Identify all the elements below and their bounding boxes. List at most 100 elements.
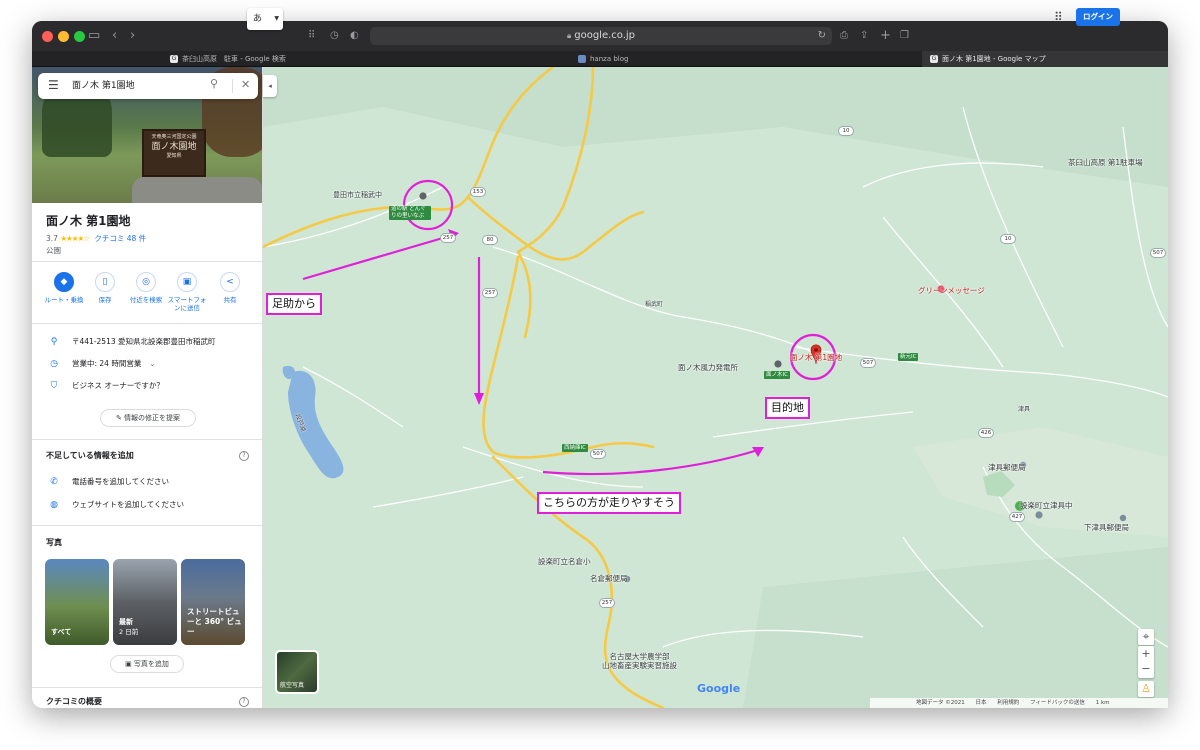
close-icon[interactable]: ✕ [241,78,250,91]
suggest-edit-button[interactable]: ✎ 情報の修正を提案 [100,409,196,427]
road-shield: 257 [440,233,456,243]
tab-hanza-blog[interactable]: hanza blog [570,51,900,67]
rating-value: 3.7 [46,234,58,243]
search-icon[interactable]: ⚲ [210,77,218,90]
login-button[interactable]: ログイン [1076,8,1120,26]
google-logo: Google [697,682,740,695]
add-photo-button[interactable]: ▣ 写真を追加 [110,655,184,673]
footer-country[interactable]: 日本 [976,700,987,706]
photo-thumb-label: 最新 2 日前 [119,617,138,637]
directions-button[interactable]: ◆ ルート・乗換 [42,272,86,304]
share-icon: < [220,272,240,292]
blog-favicon-icon [578,55,586,63]
map-label-michi-no-eki[interactable]: 道の駅 どんぐりの里いなぶ [389,206,431,220]
photo-thumb-latest[interactable]: 最新 2 日前 [113,559,177,645]
url-bar[interactable]: 🔒︎ google.co.jp ↻ [370,27,832,45]
map-label-inabu: 稲武町 [645,301,664,308]
reviews-summary-title: クチコミの概要 [46,697,102,706]
zoom-window-button[interactable] [74,31,85,42]
directions-icon: ◆ [54,272,74,292]
add-phone-text: 電話番号を追加してください [72,477,170,486]
address-row[interactable]: ⚲ 〒441-2513 愛知県北設楽郡豊田市稲武町 [46,336,216,347]
aerial-view-toggle[interactable]: 航空写真 [275,650,319,694]
sidebar-toggle-icon[interactable]: ▭ [88,28,100,44]
address-text: 〒441-2513 愛知県北設楽郡豊田市稲武町 [72,337,216,346]
add-phone-row[interactable]: ✆ 電話番号を追加してください [46,476,169,487]
map-label-school[interactable]: 豊田市立稲武中 [333,190,382,200]
privacy-icon[interactable]: ◐ [350,28,359,44]
add-website-row[interactable]: ◍ ウェブサイトを追加してください [46,499,184,510]
footer-scale[interactable]: 1 km [1096,700,1110,706]
forward-icon[interactable]: › [130,28,135,44]
chevron-down-icon[interactable]: ⌄ [149,359,155,368]
map-label-nishinatesawa-ic[interactable]: 西納庫IC [562,444,588,452]
footer-feedback[interactable]: フィードバックの送信 [1030,700,1085,706]
save-button[interactable]: ▯ 保存 [83,272,127,304]
footer-terms[interactable]: 利用規約 [997,700,1019,706]
collapse-panel-button[interactable]: ◂ [263,75,277,97]
action-label: 共有 [223,296,237,304]
hamburger-menu-icon[interactable]: ☰ [48,78,59,92]
help-icon[interactable]: ? [239,697,249,707]
send-to-phone-button[interactable]: ▣ スマートフォンに送信 [165,272,209,312]
zoom-out-icon[interactable]: − [1138,661,1154,676]
map-footer: 地図データ ©2021 日本 利用規約 フィードバックの送信 1 km [870,698,1168,708]
print-icon[interactable]: ⎙ [840,28,848,44]
map-label-tsugu-post[interactable]: 津具郵便局 [988,462,1026,473]
tab-google-maps[interactable]: G 面ノ木 第1園地 - Google マップ [922,51,1168,67]
minimize-window-button[interactable] [58,31,69,42]
photo-thumb-all[interactable]: すべて [45,559,109,645]
input-method-selector[interactable]: あ ▼ [247,8,283,30]
zoom-in-icon[interactable]: + [1138,646,1154,661]
zoom-control[interactable]: + − [1138,646,1154,678]
street-view-pegman-icon[interactable]: ♙ [1138,681,1154,697]
map-label-menoki-ic[interactable]: 面ノ木IC [764,371,790,379]
road-shield: 10 [838,126,854,136]
reviews-link[interactable]: クチコミ 48 件 [94,234,146,243]
map-label-chausu-parking[interactable]: 茶臼山高原 第1駐車場 [1068,157,1143,168]
road-shield: 507 [860,358,876,368]
hours-row[interactable]: ◷ 営業中: 24 時間営業 ⌄ [46,358,156,369]
apps-grid-icon[interactable]: ⠿ [1054,10,1063,24]
map-label-shimotsugu-post[interactable]: 下津具郵便局 [1084,522,1129,533]
place-category[interactable]: 公園 [46,245,61,256]
tab-label: 茶臼山高原 駐車 - Google 検索 [182,55,286,63]
new-tab-icon[interactable]: + [880,28,891,44]
nearby-button[interactable]: ◎ 付近を検索 [124,272,168,304]
map-canvas[interactable] [263,67,1168,708]
history-icon[interactable]: ◷ [330,28,339,44]
help-icon[interactable]: ? [239,451,249,461]
map-label-nagoya-univ[interactable]: 名古屋大学農学部 山地畜産実験実習施設 [602,652,677,670]
share-button[interactable]: < 共有 [208,272,252,304]
owner-text: ビジネス オーナーですか？ [72,381,164,390]
camera-icon: ▣ [125,660,134,668]
tab-google-search[interactable]: G 茶臼山高原 駐車 - Google 検索 [162,51,408,67]
tab-label: hanza blog [590,55,629,63]
map-label-green-message[interactable]: グリーンメッセージ [918,285,985,296]
search-input[interactable]: 面ノ木 第1園地 [72,73,135,99]
tab-overview-icon[interactable]: ❐ [900,28,909,44]
close-window-button[interactable] [42,31,53,42]
map-label-wind-farm[interactable]: 面ノ木風力発電所 [678,362,738,373]
footer-map-data[interactable]: 地図データ ©2021 [916,700,965,706]
owner-row[interactable]: ⛉ ビジネス オーナーですか？ [46,380,164,391]
reload-icon[interactable]: ↻ [818,27,826,45]
map-label-shitara-nakura[interactable]: 設楽町立名倉小 [538,556,591,567]
map-label-shitara-tsugu[interactable]: 設楽町立津具中 [1020,500,1073,511]
place-rating: 3.7 ★★★★☆ クチコミ 48 件 [46,233,146,244]
google-favicon-icon: G [930,55,938,63]
ime-label: あ [253,14,263,24]
map-label-destination[interactable]: 面ノ木 第1園地 [790,352,842,363]
tab-grid-icon[interactable]: ⠿ [308,28,315,44]
photo-thumb-title: 最新 [119,618,133,626]
globe-icon: ◍ [50,500,58,510]
phone-icon: ▣ [177,272,197,292]
map-label-nakura-post[interactable]: 名倉郵便局 [590,573,628,584]
photo-thumb-streetview[interactable]: ストリートビューと 360° ビュー [181,559,245,645]
add-photo-label: 写真を追加 [133,660,169,668]
share-icon[interactable]: ⇪ [860,28,868,44]
search-box[interactable]: ☰ 面ノ木 第1園地 ⚲ ✕ [38,73,258,99]
back-icon[interactable]: ‹ [112,28,117,44]
my-location-icon[interactable]: ⌖ [1138,629,1154,645]
map-label-shinkan-ic[interactable]: 新元IC [898,353,919,361]
